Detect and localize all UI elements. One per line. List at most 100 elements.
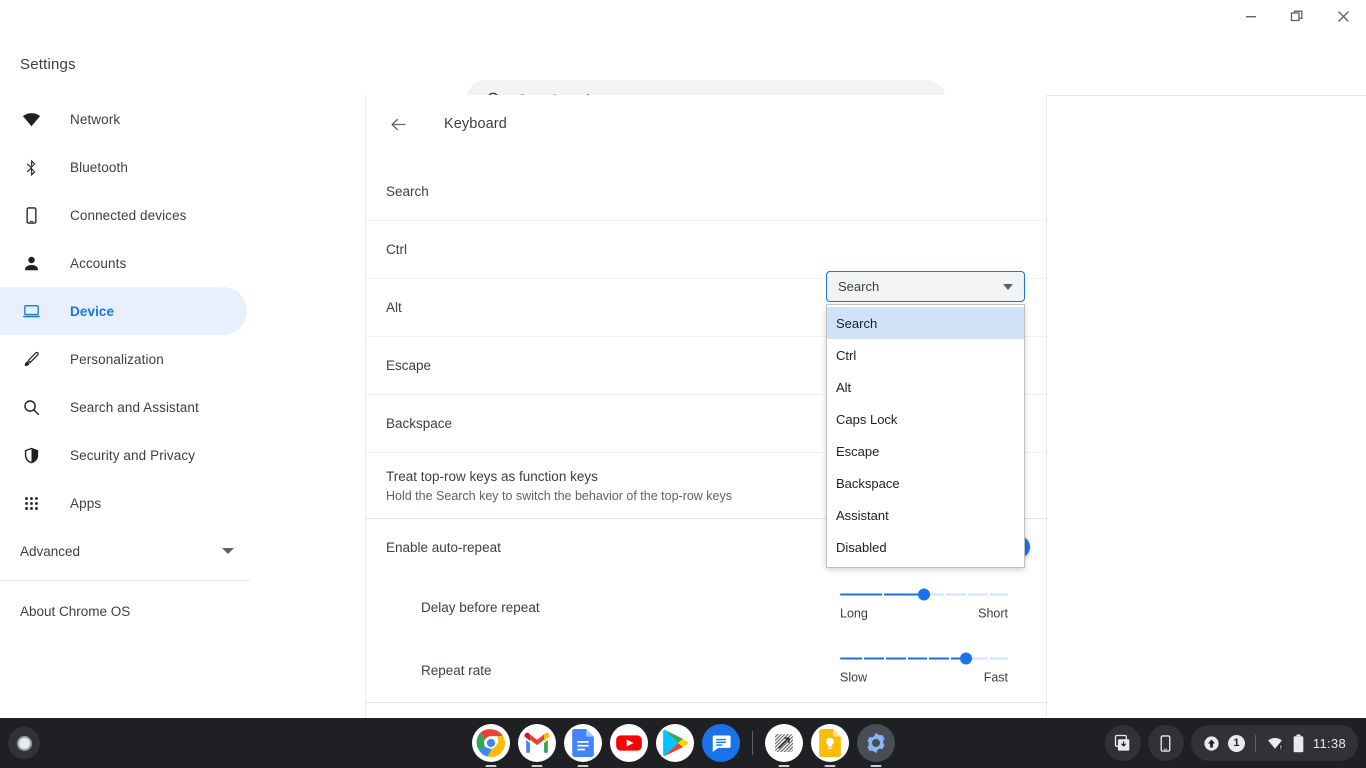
- slider-thumb[interactable]: [918, 588, 930, 601]
- laptop-icon: [20, 300, 42, 322]
- select-value: Search: [838, 279, 880, 294]
- dropdown-option-disabled[interactable]: Disabled: [827, 531, 1024, 563]
- slider-tick: [905, 656, 908, 660]
- sidebar-divider: [0, 580, 250, 581]
- phone-icon: [20, 204, 42, 226]
- wifi-icon: [20, 108, 42, 130]
- search-key-dropdown-menu[interactable]: Search Ctrl Alt Caps Lock Escape Backspa…: [826, 304, 1025, 568]
- sidebar-item-personalization[interactable]: Personalization: [0, 335, 247, 383]
- dropdown-option-escape[interactable]: Escape: [827, 435, 1024, 467]
- shelf-app-gmail[interactable]: [517, 724, 556, 767]
- slider-end-labels: Long Short: [840, 607, 1008, 621]
- slider-track[interactable]: [840, 652, 1008, 664]
- sidebar-item-apps[interactable]: Apps: [0, 479, 247, 527]
- grid-icon: [20, 492, 42, 514]
- close-button[interactable]: [1320, 0, 1366, 32]
- row-label: Alt: [386, 300, 402, 315]
- dropdown-option-caps-lock[interactable]: Caps Lock: [827, 403, 1024, 435]
- dropdown-option-assistant[interactable]: Assistant: [827, 499, 1024, 531]
- app-title: Settings: [20, 56, 76, 73]
- back-arrow-icon[interactable]: [386, 112, 410, 136]
- status-tray-button[interactable]: 1 11:38: [1190, 725, 1358, 761]
- clock: 11:38: [1312, 735, 1346, 751]
- app-running-indicator: [870, 765, 881, 767]
- minimize-button[interactable]: [1228, 0, 1274, 32]
- sidebar-item-about-chrome-os[interactable]: About Chrome OS: [0, 587, 250, 635]
- shelf-app-keep[interactable]: [810, 724, 849, 767]
- app-running-indicator: [577, 765, 588, 767]
- sidebar-item-label: Accounts: [70, 255, 127, 271]
- shelf-app-docs[interactable]: [563, 724, 602, 767]
- slider-min-label: Long: [840, 606, 868, 621]
- row-label: Backspace: [386, 416, 453, 431]
- update-available-icon: [1204, 735, 1219, 751]
- slider-tick: [883, 656, 886, 660]
- search-key-select[interactable]: Search: [826, 271, 1025, 302]
- sidebar-item-label: Search and Assistant: [70, 399, 199, 415]
- slider-max-label: Short: [978, 606, 1008, 621]
- sidebar-item-label: Connected devices: [70, 207, 187, 223]
- view-keyboard-shortcuts-row[interactable]: View keyboard shortcuts: [366, 703, 1046, 718]
- search-icon: [20, 396, 42, 418]
- tote-button[interactable]: [1104, 725, 1141, 761]
- delay-before-repeat-slider[interactable]: Long Short: [840, 588, 1008, 621]
- app-running-indicator: [778, 765, 789, 767]
- gear-icon: [866, 732, 885, 754]
- minimize-icon: [1246, 16, 1256, 18]
- phone-hub-button[interactable]: [1147, 725, 1184, 761]
- slider-track[interactable]: [840, 588, 1008, 601]
- shelf-app-chrome[interactable]: [471, 724, 510, 767]
- dropdown-option-search[interactable]: Search: [827, 307, 1024, 339]
- slider-tick: [861, 656, 864, 660]
- chevron-down-icon: [222, 548, 234, 554]
- settings-body: Network Bluetooth Connected devices Acco…: [0, 95, 1366, 718]
- sidebar-item-device[interactable]: Device: [0, 287, 247, 335]
- sidebar-item-label: Device: [70, 303, 115, 319]
- sidebar-item-bluetooth[interactable]: Bluetooth: [0, 143, 247, 191]
- shelf-app-messages[interactable]: [701, 724, 740, 762]
- window-controls: [1228, 0, 1366, 32]
- sidebar-item-security-and-privacy[interactable]: Security and Privacy: [0, 431, 247, 479]
- slider-tick: [987, 656, 990, 660]
- docs-icon: [571, 729, 594, 757]
- slider-tick: [927, 656, 930, 660]
- gmail-icon: [524, 732, 549, 753]
- slider-fill: [840, 657, 966, 659]
- sidebar-item-search-and-assistant[interactable]: Search and Assistant: [0, 383, 247, 431]
- repeat-rate-row: Repeat rate Slow Fast: [366, 639, 1046, 703]
- delay-before-repeat-row: Delay before repeat Long Short: [366, 575, 1046, 639]
- row-label: Escape: [386, 358, 432, 373]
- function-keys-sublabel: Hold the Search key to switch the behavi…: [386, 488, 733, 503]
- shelf-separator: [751, 731, 753, 755]
- row-label: Ctrl: [386, 242, 407, 257]
- maximize-restore-button[interactable]: [1274, 0, 1320, 32]
- search-key-select-slot: [826, 176, 1026, 208]
- shelf-app-youtube[interactable]: [609, 724, 648, 762]
- app-running-indicator: [531, 765, 542, 767]
- shelf-app-diagnostics[interactable]: [764, 724, 803, 767]
- slider-tick: [882, 593, 884, 596]
- shelf-app-play-store[interactable]: [655, 724, 694, 762]
- repeat-rate-slider[interactable]: Slow Fast: [840, 652, 1008, 684]
- slider-thumb[interactable]: [960, 652, 972, 664]
- sidebar-item-connected-devices[interactable]: Connected devices: [0, 191, 247, 239]
- shield-icon: [20, 444, 42, 466]
- diagnostics-icon: [774, 734, 793, 752]
- window-titlebar: [0, 0, 1366, 32]
- sidebar-item-accounts[interactable]: Accounts: [0, 239, 247, 287]
- dropdown-option-alt[interactable]: Alt: [827, 371, 1024, 403]
- slider-tick: [987, 593, 990, 596]
- table-row[interactable]: Search: [366, 163, 1046, 221]
- bluetooth-icon: [20, 156, 42, 178]
- sidebar-item-label: Security and Privacy: [70, 447, 196, 463]
- keep-icon: [818, 729, 841, 757]
- close-icon: [1337, 10, 1349, 22]
- tote-icon: [1114, 734, 1130, 751]
- sidebar-item-advanced[interactable]: Advanced: [0, 527, 250, 575]
- shelf-app-settings[interactable]: [856, 724, 895, 767]
- row-label: Search: [386, 184, 429, 199]
- page-title: Keyboard: [444, 116, 507, 132]
- sidebar-item-network[interactable]: Network: [0, 95, 247, 143]
- dropdown-option-backspace[interactable]: Backspace: [827, 467, 1024, 499]
- dropdown-option-ctrl[interactable]: Ctrl: [827, 339, 1024, 371]
